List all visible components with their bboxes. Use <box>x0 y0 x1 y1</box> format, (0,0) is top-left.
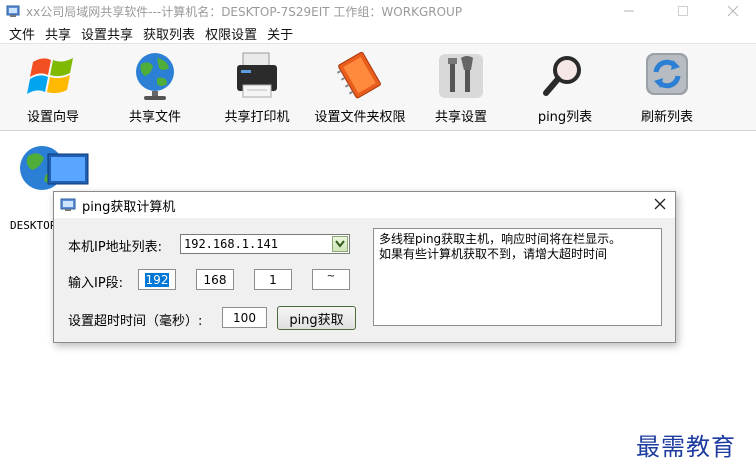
printer-icon <box>237 52 277 98</box>
ip-range-tilde: ~ <box>326 271 336 282</box>
refresh-icon <box>646 53 688 95</box>
maximize-button[interactable] <box>660 0 706 22</box>
app-icon <box>6 5 20 17</box>
share-files-button[interactable]: 共享文件 <box>120 50 190 128</box>
chevron-down-icon <box>335 240 345 248</box>
toolbar: 设置向导 共享文件 共享打印机 设置文件夹权限 共享设置 ping列表 刷新列表 <box>0 43 756 131</box>
menu-file[interactable]: 文件 <box>0 24 40 43</box>
toolbar-label: 设置文件夹权限 <box>314 110 406 125</box>
ping-get-button[interactable]: ping获取 <box>277 306 356 330</box>
windows-logo-icon <box>27 58 73 94</box>
maximize-icon <box>678 6 688 16</box>
info-line-2: 如果有些计算机获取不到，请增大超时时间 <box>379 247 608 261</box>
ip-segment-1-input[interactable]: 192 <box>138 269 176 290</box>
setup-wizard-button[interactable]: 设置向导 <box>18 50 88 128</box>
close-button[interactable] <box>710 0 756 22</box>
globe-icon <box>136 53 174 100</box>
tools-icon <box>439 54 483 98</box>
title-bar: xx公司局域网共享软件---计算机名：DESKTOP-7S29EIT 工作组：W… <box>0 0 756 22</box>
timeout-label: 设置超时时间（毫秒）: <box>68 314 203 329</box>
dialog-title: ping获取计算机 <box>82 199 176 215</box>
toolbar-label: 共享打印机 <box>224 110 290 125</box>
close-icon <box>727 5 739 17</box>
timeout-input[interactable]: 100 <box>222 307 267 328</box>
info-textbox[interactable]: 多线程ping获取主机，响应时间将在栏显示。 如果有些计算机获取不到，请增大超时… <box>373 228 662 326</box>
ip-list-label: 本机IP地址列表: <box>68 240 163 255</box>
menu-bar: 文件 共享 设置共享 获取列表 权限设置 关于 <box>0 23 756 43</box>
ip-segment-2-input[interactable]: 168 <box>196 269 234 290</box>
share-settings-button[interactable]: 共享设置 <box>428 50 494 128</box>
menu-share[interactable]: 共享 <box>40 24 76 43</box>
toolbar-label: 共享文件 <box>128 110 181 125</box>
ip-segment-label: 输入IP段: <box>68 276 124 291</box>
ip-list-select[interactable]: 192.168.1.141 <box>180 234 350 254</box>
ip-range-end-input[interactable]: ~ <box>312 269 350 290</box>
toolbar-label: 刷新列表 <box>640 110 693 125</box>
menu-get-list[interactable]: 获取列表 <box>138 24 200 43</box>
menu-about[interactable]: 关于 <box>262 24 298 43</box>
refresh-list-button[interactable]: 刷新列表 <box>632 50 702 128</box>
dialog-app-icon <box>60 198 76 211</box>
window-title: xx公司局域网共享软件---计算机名：DESKTOP-7S29EIT 工作组：W… <box>26 4 463 19</box>
ip-list-value: 192.168.1.141 <box>184 237 278 251</box>
watermark-text: 最需教育 <box>636 433 736 461</box>
ip-segment-2-value: 168 <box>203 272 227 287</box>
ip-segment-3-input[interactable]: 1 <box>254 269 292 290</box>
menu-permissions[interactable]: 权限设置 <box>200 24 262 43</box>
network-computer-icon <box>20 146 89 190</box>
toolbar-label: 共享设置 <box>434 110 487 125</box>
dialog-title-bar: ping获取计算机 <box>54 192 675 218</box>
toolbar-label: 设置向导 <box>26 110 79 125</box>
ping-dialog: ping获取计算机 本机IP地址列表: 192.168.1.141 输入IP段:… <box>53 191 676 343</box>
minimize-button[interactable] <box>606 0 652 22</box>
info-line-1: 多线程ping获取主机，响应时间将在栏显示。 <box>379 232 622 246</box>
share-printer-button[interactable]: 共享打印机 <box>220 50 294 128</box>
timeout-value: 100 <box>233 310 256 325</box>
minimize-icon <box>624 10 634 12</box>
notebook-icon <box>336 51 381 99</box>
toolbar-label: ping列表 <box>537 110 593 125</box>
dialog-close-button[interactable] <box>653 195 667 216</box>
computer-name: DESKTOP <box>10 219 57 232</box>
dropdown-button[interactable] <box>332 236 348 252</box>
folder-permissions-button[interactable]: 设置文件夹权限 <box>310 50 410 128</box>
magnifier-icon <box>543 56 581 96</box>
ip-segment-1-value: 192 <box>144 272 170 287</box>
ip-segment-3-value: 1 <box>269 272 277 287</box>
ping-list-button[interactable]: ping列表 <box>530 50 600 128</box>
close-icon <box>654 198 666 210</box>
menu-set-share[interactable]: 设置共享 <box>76 24 138 43</box>
